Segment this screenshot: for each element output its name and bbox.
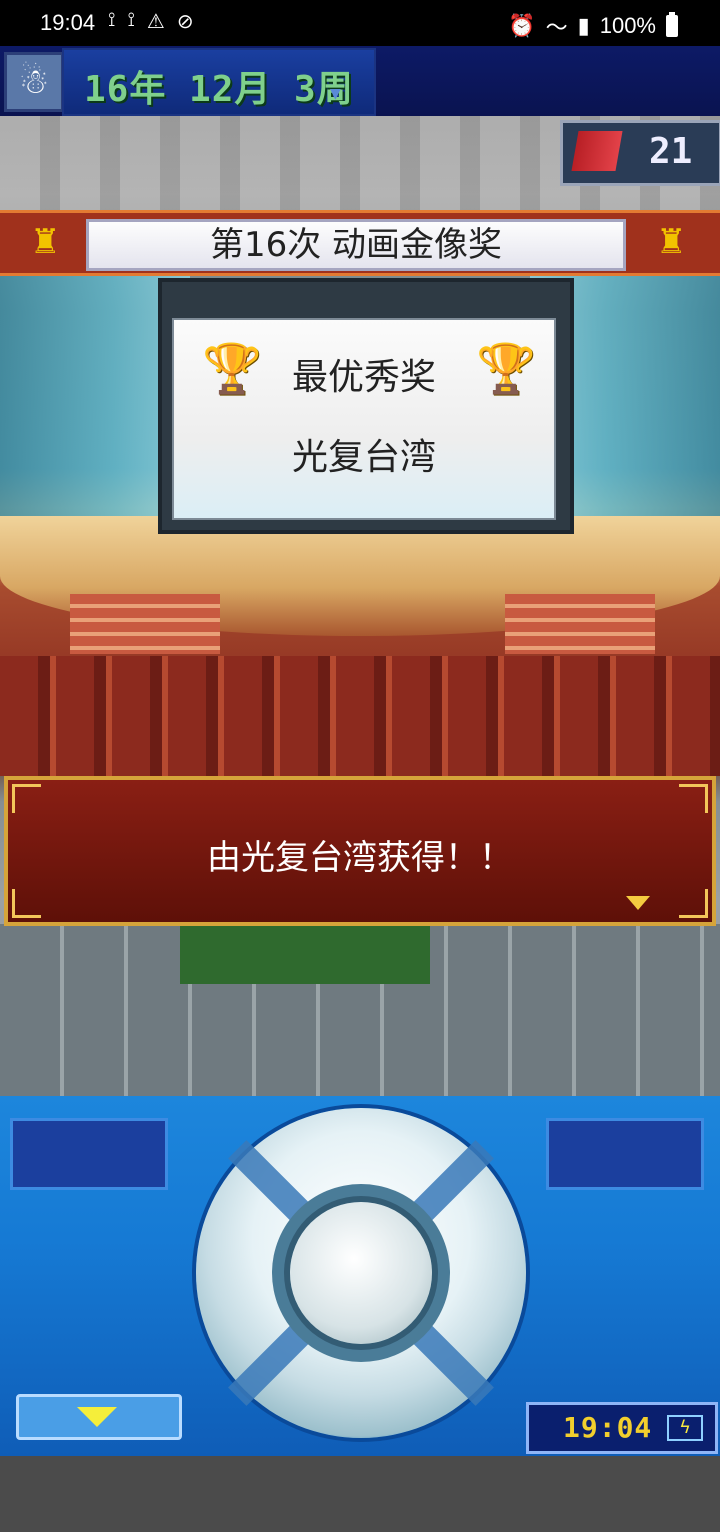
- battery-percent: 100%: [599, 13, 656, 38]
- game-top-bar: ☃ 16年 12月 3周 ▼: [0, 46, 720, 119]
- corner-ornament: [12, 784, 41, 813]
- game-clock: 19:04 ϟ: [526, 1402, 718, 1454]
- notification-icons: ⟟ ⟟ ⚠ ⊘: [108, 9, 194, 34]
- corner-ornament: [12, 889, 41, 918]
- studio-set: [180, 924, 430, 984]
- left-action-button[interactable]: [10, 1118, 168, 1190]
- winner-title: 光复台湾: [291, 437, 436, 478]
- message-box[interactable]: 由光复台湾获得！！: [4, 776, 716, 926]
- message-text: 由光复台湾获得！！: [207, 838, 513, 878]
- audience-seats: [0, 656, 720, 776]
- date-text: 16年 12月 3周: [84, 69, 354, 110]
- status-bar: 19:04 ⟟ ⟟ ⚠ ⊘ ⏰ 〜 ▮ 100%: [0, 0, 720, 46]
- date-display[interactable]: 16年 12月 3周: [62, 48, 376, 116]
- virtual-controller: 19:04 ϟ: [0, 1096, 720, 1456]
- book-icon: [571, 131, 623, 171]
- lamp-icon: ♜: [656, 222, 687, 262]
- counter-value: 21: [649, 131, 693, 172]
- event-title: 第16次 动画金像奖: [86, 219, 626, 271]
- snowman-avatar-icon[interactable]: ☃: [4, 52, 64, 112]
- corner-ornament: [679, 889, 708, 918]
- alarm-icon: ⏰: [508, 13, 536, 38]
- event-banner: ♜ 第16次 动画金像奖 ♜: [0, 210, 720, 276]
- right-stairs: [505, 594, 655, 654]
- books-counter[interactable]: 21: [560, 120, 720, 186]
- battery-icon: [666, 12, 678, 37]
- wifi-icon: 〜: [545, 15, 568, 40]
- game-icon: ⟟: [127, 9, 135, 31]
- signal-icon: ▮: [577, 13, 590, 38]
- bottom-filler: [0, 1456, 720, 1532]
- down-arrow-icon: [77, 1407, 117, 1427]
- no-sync-icon: ⊘: [176, 11, 194, 33]
- left-stairs: [70, 594, 220, 654]
- award-name: 最优秀奖: [291, 357, 436, 398]
- right-action-button[interactable]: [546, 1118, 704, 1190]
- corner-ornament: [679, 784, 708, 813]
- award-screen: 🏆 🏆 最优秀奖 光复台湾: [172, 318, 556, 520]
- award-board: 🏆 🏆 最优秀奖 光复台湾: [158, 278, 574, 534]
- warning-icon: ⚠: [146, 11, 165, 33]
- chevron-down-icon: ▼: [330, 86, 341, 102]
- lamp-icon: ♜: [30, 222, 61, 262]
- center-button[interactable]: [290, 1202, 432, 1344]
- status-right: ⏰ 〜 ▮ 100%: [508, 10, 678, 42]
- game-icon: ⟟: [108, 9, 116, 31]
- clock-text: 19:04: [563, 1411, 653, 1444]
- status-time: 19:04: [40, 10, 96, 35]
- charging-battery-icon: ϟ: [667, 1415, 703, 1441]
- studio-floor: [0, 924, 720, 1096]
- directional-pad[interactable]: [196, 1108, 526, 1438]
- next-arrow-icon[interactable]: [626, 896, 650, 910]
- menu-toggle-button[interactable]: [16, 1394, 182, 1440]
